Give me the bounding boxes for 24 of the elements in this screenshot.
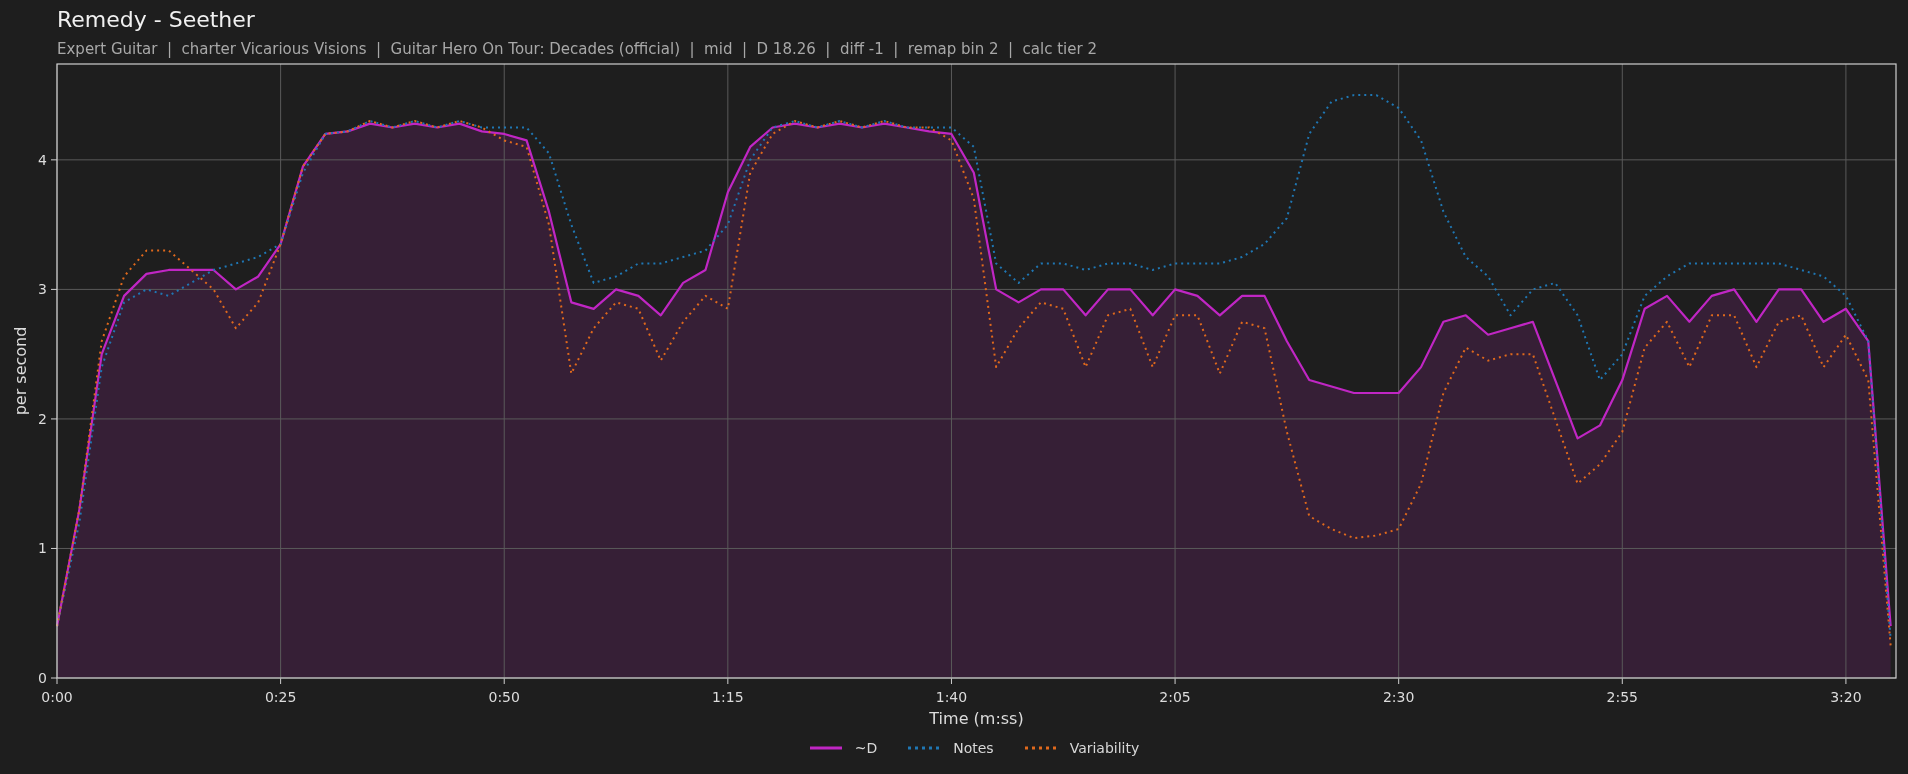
x-tick-label: 2:05 <box>1159 689 1191 705</box>
y-axis-label: per second <box>11 326 30 416</box>
legend-swatch-icon <box>808 746 843 750</box>
y-tick-label: 0 <box>38 670 47 686</box>
legend-swatch-icon <box>1023 746 1058 750</box>
legend-swatch-icon <box>907 746 942 750</box>
legend-label: Notes <box>953 740 994 756</box>
y-tick-label: 4 <box>38 151 47 168</box>
x-tick-label: 2:30 <box>1382 689 1415 705</box>
x-tick-label: 0:50 <box>488 689 520 705</box>
chart-subtitle: Expert Guitar | charter Vicarious Visions | Guitar Hero On Tour: Decades (official) | mid | D 18.26 | diff -1 | remap bin 2 | calc tier 2 <box>57 39 1098 59</box>
y-tick-label: 1 <box>38 540 47 557</box>
y-tick-label: 3 <box>38 281 47 298</box>
chart-title: Remedy - Seether <box>57 6 256 34</box>
x-tick-label: 0:00 <box>41 689 73 705</box>
x-tick-label: 1:15 <box>712 689 744 705</box>
y-tick-label: 2 <box>38 410 47 427</box>
x-tick-label: 3:20 <box>1830 689 1862 705</box>
legend-label: Variability <box>1069 740 1140 756</box>
x-tick-label: 0:25 <box>264 689 297 705</box>
x-axis-label: Time (m:ss) <box>929 709 1024 728</box>
x-tick-label: 2:55 <box>1606 689 1638 705</box>
legend-label: ~D <box>854 740 878 756</box>
x-tick-label: 1:40 <box>935 689 968 705</box>
